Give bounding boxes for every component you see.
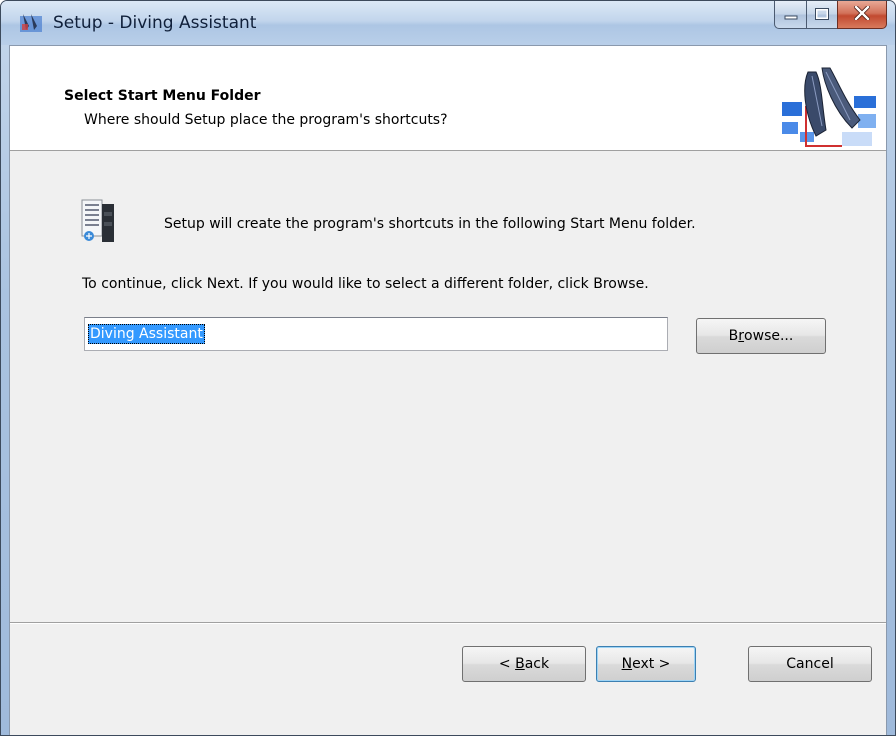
caption-buttons [774, 1, 887, 29]
footer-divider-highlight [10, 623, 886, 624]
close-icon [853, 4, 871, 24]
maximize-icon [815, 5, 829, 24]
app-icon[interactable] [19, 12, 43, 34]
page-subtitle: Where should Setup place the program's s… [84, 112, 448, 128]
close-button[interactable] [837, 1, 887, 29]
start-menu-folder-input[interactable]: Diving Assistant [84, 317, 668, 351]
cancel-label: Cancel [786, 656, 834, 672]
back-label-accel: B [515, 656, 525, 672]
window-title: Setup - Diving Assistant [53, 13, 257, 33]
setup-window: Setup - Diving Assistant Select Start Me… [0, 0, 896, 736]
browse-label-pre: B [728, 328, 739, 344]
cancel-button[interactable]: Cancel [748, 646, 872, 682]
minimize-icon [784, 5, 798, 24]
minimize-button[interactable] [774, 1, 806, 29]
back-label-pre: < [498, 656, 516, 672]
browse-label-post: owse... [744, 328, 794, 344]
instruction-text: To continue, click Next. If you would li… [82, 276, 649, 292]
next-label-post: ext > [632, 656, 671, 672]
wizard-header-image [782, 66, 878, 148]
back-label-post: ack [524, 656, 550, 672]
title-bar[interactable]: Setup - Diving Assistant [1, 1, 895, 45]
wizard-client-area: Select Start Menu Folder Where should Se… [9, 45, 887, 735]
next-label-accel: N [621, 656, 633, 672]
wizard-header: Select Start Menu Folder Where should Se… [10, 46, 886, 151]
next-button[interactable]: Next > [596, 646, 696, 682]
browse-button[interactable]: Br owse... [696, 318, 826, 354]
back-button[interactable]: < Back [462, 646, 586, 682]
maximize-button[interactable] [806, 1, 837, 29]
intro-text: Setup will create the program's shortcut… [164, 216, 696, 232]
start-menu-folder-icon [80, 198, 116, 244]
page-title: Select Start Menu Folder [64, 88, 261, 104]
folder-input-value: Diving Assistant [88, 324, 205, 344]
